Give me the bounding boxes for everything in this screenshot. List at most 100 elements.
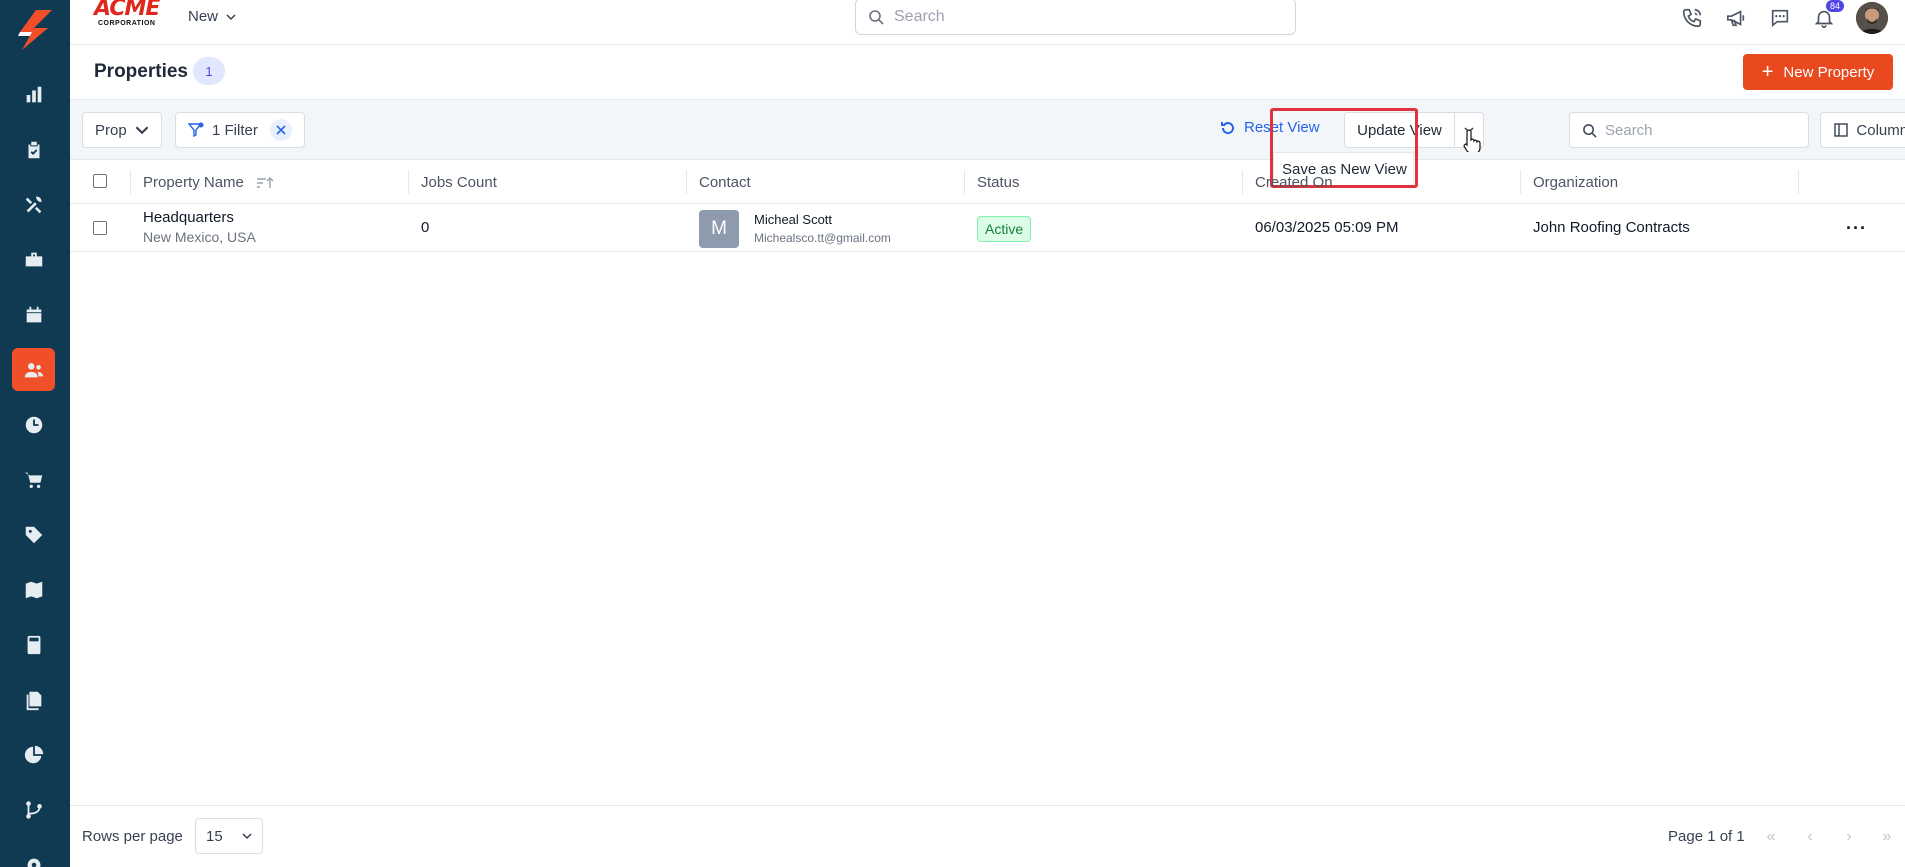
tools-icon xyxy=(25,196,41,213)
update-view-button[interactable]: Update View xyxy=(1345,113,1455,147)
double-chevron-left-icon: « xyxy=(1766,828,1776,845)
top-bar: ACME CORPORATION New 84 xyxy=(70,0,1905,45)
sidebar-item-jobs[interactable] xyxy=(12,238,55,281)
reset-view-button[interactable]: Reset View xyxy=(1220,119,1320,136)
rows-per-page-select[interactable]: 15 xyxy=(195,818,263,854)
calendar-icon xyxy=(26,306,41,322)
bar-chart-icon xyxy=(26,86,41,102)
select-all-checkbox[interactable] xyxy=(93,174,107,188)
sidebar-item-workflows[interactable] xyxy=(12,788,55,831)
cart-icon xyxy=(24,472,42,488)
properties-table: Property Name Jobs Count Contact Status … xyxy=(70,160,1905,252)
sidebar-item-settings[interactable] xyxy=(12,843,55,867)
row-actions-button[interactable]: ··· xyxy=(1846,218,1867,239)
search-icon xyxy=(869,9,884,25)
pointer-cursor-icon xyxy=(1463,129,1481,152)
table-footer: Rows per page 15 Page 1 of 1 « ‹ › » xyxy=(70,805,1905,867)
sidebar-item-pricing[interactable] xyxy=(12,513,55,556)
global-search[interactable] xyxy=(855,0,1296,35)
row-checkbox[interactable] xyxy=(93,221,107,235)
sidebar-item-documents[interactable] xyxy=(12,678,55,721)
users-icon xyxy=(24,362,43,377)
global-search-input[interactable] xyxy=(894,7,1274,26)
sidebar-item-contacts[interactable] xyxy=(12,348,55,391)
header-property-name[interactable]: Property Name xyxy=(143,174,274,191)
rows-per-page-value: 15 xyxy=(206,827,223,845)
header-created-on[interactable]: Created On xyxy=(1255,174,1333,191)
sidebar-item-calendar[interactable] xyxy=(12,293,55,336)
header-jobs-count[interactable]: Jobs Count xyxy=(421,174,497,191)
filter-button[interactable]: 1 Filter xyxy=(175,112,305,148)
sidebar xyxy=(0,0,70,867)
columns-button[interactable]: Columns xyxy=(1820,112,1905,148)
chevron-left-icon: ‹ xyxy=(1807,828,1813,845)
table-header: Property Name Jobs Count Contact Status … xyxy=(70,160,1905,204)
double-chevron-right-icon: » xyxy=(1882,828,1892,845)
clear-filter-button[interactable] xyxy=(269,119,292,141)
megaphone-icon xyxy=(1726,10,1745,27)
git-branch-icon xyxy=(25,800,42,819)
clock-icon xyxy=(25,416,42,433)
table-row[interactable]: Headquarters New Mexico, USA 0 M Micheal… xyxy=(70,204,1905,252)
contact-email: Michealsco.tt@gmail.com xyxy=(754,231,891,245)
page-info: Page 1 of 1 xyxy=(1668,828,1745,845)
sidebar-item-tasks[interactable] xyxy=(12,128,55,171)
user-avatar[interactable] xyxy=(1856,2,1888,34)
page-title: Properties xyxy=(94,61,188,82)
view-select-label: Prop xyxy=(95,121,127,139)
chat-icon xyxy=(1771,9,1789,28)
table-search-input[interactable] xyxy=(1605,121,1795,139)
header-property-name-label: Property Name xyxy=(143,174,244,191)
brand-logo[interactable]: ACME CORPORATION xyxy=(94,0,166,32)
rows-per-page-label: Rows per page xyxy=(82,828,183,845)
header-organization[interactable]: Organization xyxy=(1533,174,1618,191)
phone-button[interactable] xyxy=(1678,4,1706,32)
property-location: New Mexico, USA xyxy=(143,229,256,245)
view-select[interactable]: Prop xyxy=(82,112,162,148)
contact-avatar: M xyxy=(699,210,739,248)
sidebar-item-tools[interactable] xyxy=(12,183,55,226)
app-logo-icon[interactable] xyxy=(12,6,58,52)
header-contact[interactable]: Contact xyxy=(699,174,751,191)
app-root: ACME CORPORATION New 84 xyxy=(0,0,1905,867)
created-on-cell: 06/03/2025 05:09 PM xyxy=(1255,219,1399,236)
user-portrait-icon xyxy=(1856,2,1888,34)
column-divider xyxy=(1520,170,1521,194)
notifications-button[interactable]: 84 xyxy=(1810,0,1844,32)
search-icon xyxy=(1583,123,1597,138)
property-cell: Headquarters New Mexico, USA xyxy=(143,209,256,245)
columns-icon xyxy=(1834,123,1849,137)
filter-label: 1 Filter xyxy=(212,121,258,139)
status-badge: Active xyxy=(977,216,1032,242)
calculator-icon xyxy=(27,635,40,654)
documents-icon xyxy=(26,691,41,710)
last-page-button[interactable]: » xyxy=(1873,824,1901,850)
chevron-down-icon xyxy=(135,126,149,135)
announcements-button[interactable] xyxy=(1722,4,1750,32)
sidebar-item-estimates[interactable] xyxy=(12,623,55,666)
record-count-badge: 1 xyxy=(193,57,225,85)
jobs-count-cell: 0 xyxy=(421,219,430,236)
next-page-button[interactable]: › xyxy=(1835,824,1863,850)
column-divider xyxy=(686,170,687,194)
table-search[interactable] xyxy=(1569,112,1809,148)
sidebar-item-orders[interactable] xyxy=(12,458,55,501)
sidebar-item-dashboard[interactable] xyxy=(12,73,55,116)
column-divider xyxy=(1798,170,1799,194)
contact-name: Micheal Scott xyxy=(754,212,833,227)
sidebar-item-timesheets[interactable] xyxy=(12,403,55,446)
sidebar-item-map[interactable] xyxy=(12,568,55,611)
property-name-link[interactable]: Headquarters xyxy=(143,209,256,226)
chat-button[interactable] xyxy=(1766,4,1794,32)
sidebar-item-reports[interactable] xyxy=(12,733,55,776)
first-page-button[interactable]: « xyxy=(1757,824,1785,850)
previous-page-button[interactable]: ‹ xyxy=(1796,824,1824,850)
contact-cell[interactable]: Micheal Scott Michealsco.tt@gmail.com xyxy=(754,212,891,245)
column-divider xyxy=(1242,170,1243,194)
new-menu-button[interactable]: New xyxy=(188,8,236,25)
header-status[interactable]: Status xyxy=(977,174,1020,191)
sort-icon xyxy=(256,176,274,188)
new-menu-label: New xyxy=(188,8,219,25)
page-header: Properties 1 + New Property xyxy=(70,45,1905,100)
new-property-button[interactable]: + New Property xyxy=(1743,54,1893,90)
